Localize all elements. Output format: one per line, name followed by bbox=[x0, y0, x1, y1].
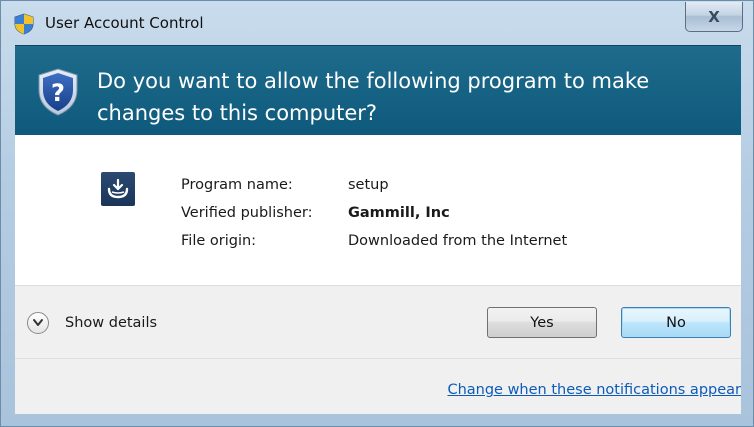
publisher-label: Verified publisher: bbox=[181, 205, 313, 221]
show-details-label[interactable]: Show details bbox=[65, 315, 157, 331]
window-title: User Account Control bbox=[45, 14, 204, 32]
close-button[interactable]: X bbox=[685, 2, 743, 32]
uac-dialog: User Account Control X ? Do you want to … bbox=[0, 0, 754, 427]
uac-shield-icon bbox=[13, 13, 35, 35]
program-name-label: Program name: bbox=[181, 177, 293, 193]
show-details-toggle[interactable]: Show details bbox=[27, 312, 157, 334]
close-icon: X bbox=[708, 7, 720, 26]
program-info-panel: Program name: setup Verified publisher: … bbox=[15, 135, 741, 285]
svg-text:?: ? bbox=[51, 79, 65, 107]
footer-divider bbox=[15, 358, 741, 359]
question-shield-icon: ? bbox=[37, 68, 79, 116]
program-name-row: Program name: setup bbox=[181, 177, 389, 193]
no-button[interactable]: No bbox=[621, 307, 731, 338]
title-bar: User Account Control X bbox=[1, 1, 753, 45]
header-band: ? Do you want to allow the following pro… bbox=[15, 45, 741, 135]
file-origin-value: Downloaded from the Internet bbox=[348, 233, 568, 249]
file-origin-row: File origin: Downloaded from the Interne… bbox=[181, 233, 567, 249]
file-origin-label: File origin: bbox=[181, 233, 257, 249]
program-name-value: setup bbox=[348, 177, 389, 193]
setup-program-icon bbox=[101, 172, 135, 206]
notification-settings-link[interactable]: Change when these notifications appear bbox=[447, 382, 741, 398]
yes-button[interactable]: Yes bbox=[487, 307, 597, 338]
chevron-down-icon[interactable] bbox=[27, 312, 49, 334]
dialog-footer: Show details Yes No Change when these no… bbox=[15, 285, 741, 414]
publisher-value: Gammill, Inc bbox=[348, 205, 450, 221]
uac-question: Do you want to allow the following progr… bbox=[97, 69, 650, 125]
publisher-row: Verified publisher: Gammill, Inc bbox=[181, 205, 450, 221]
